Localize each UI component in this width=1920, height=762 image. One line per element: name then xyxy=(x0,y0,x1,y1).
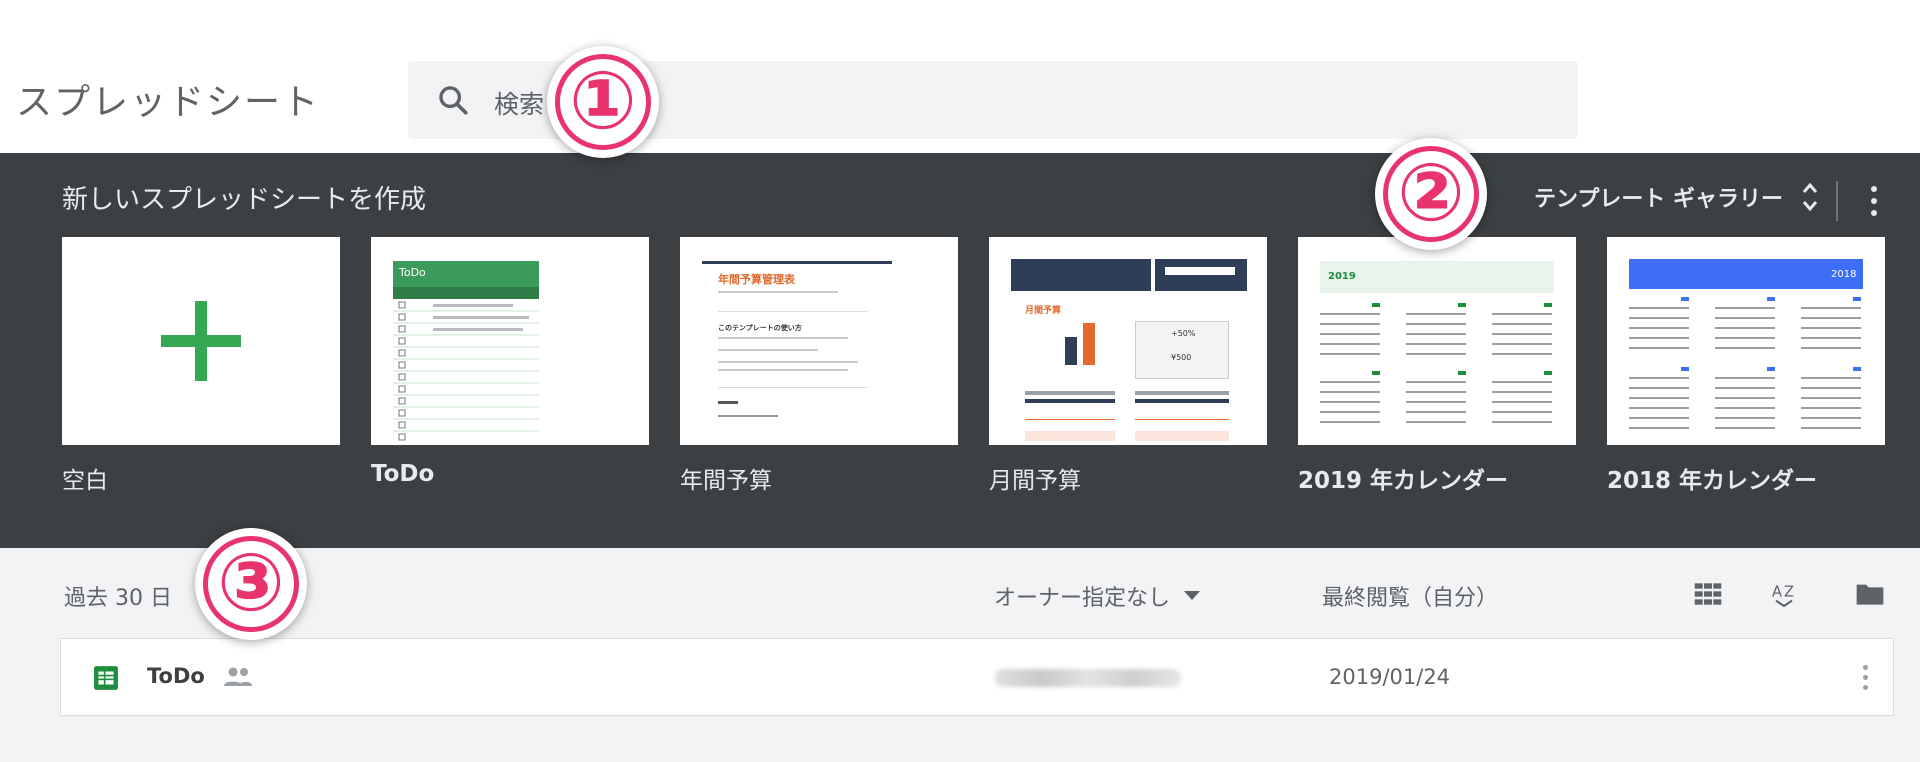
calendar-thumb-year: 2019 xyxy=(1328,271,1356,282)
monthly-thumb-title: 月間予算 xyxy=(1025,306,1062,316)
calendar-grid-icon xyxy=(1320,303,1552,423)
monthly-thumb-amount: ¥500 xyxy=(1171,353,1192,362)
callout-number: ② xyxy=(1397,146,1465,239)
todo-thumb-header: ToDo xyxy=(399,266,426,279)
arrow-drop-down-icon xyxy=(1184,591,1201,600)
sort-az-icon[interactable]: A Z xyxy=(1768,578,1800,610)
template-thumbnail[interactable]: 月間予算 +50% ¥500 xyxy=(989,237,1267,445)
app-header: スプレッドシート 検索 xyxy=(0,0,1920,153)
template-label: 空白 xyxy=(62,468,108,494)
more-vert-icon[interactable] xyxy=(1859,663,1871,693)
plus-icon xyxy=(161,301,241,381)
template-calendar-2019[interactable]: 2019 2019 年カレンダー xyxy=(1298,237,1576,495)
folder-icon[interactable] xyxy=(1854,578,1886,610)
template-label: 年間予算 xyxy=(680,468,772,494)
calendar-grid-icon xyxy=(1629,297,1861,429)
template-thumbnail[interactable] xyxy=(62,237,340,445)
gallery-title: 新しいスプレッドシートを作成 xyxy=(62,185,427,215)
callout-number: ③ xyxy=(217,536,285,629)
template-monthly-budget[interactable]: 月間予算 +50% ¥500 月間予算 xyxy=(989,237,1267,495)
annual-thumb-title: 年間予算管理表 xyxy=(718,273,795,286)
annual-thumb-subtitle: このテンプレートの使い方 xyxy=(718,324,802,332)
template-annual-budget[interactable]: 年間予算管理表 このテンプレートの使い方 年間予算 xyxy=(680,237,958,495)
search-icon[interactable] xyxy=(436,83,470,117)
template-label: 2018 年カレンダー xyxy=(1607,468,1818,494)
template-label: 月間予算 xyxy=(989,468,1081,494)
monthly-thumb-percent: +50% xyxy=(1171,329,1196,338)
callout-2: ② xyxy=(1375,138,1487,250)
calendar-thumb-year: 2018 xyxy=(1831,269,1857,280)
more-vert-icon[interactable] xyxy=(1866,183,1882,219)
file-last-viewed-date: 2019/01/24 xyxy=(1329,665,1451,689)
template-label: 2019 年カレンダー xyxy=(1298,468,1509,494)
search-placeholder: 検索 xyxy=(494,90,545,119)
template-todo[interactable]: ToDo ToDo xyxy=(371,237,649,487)
template-calendar-2018[interactable]: 2018 2018 年カレンダー xyxy=(1607,237,1885,495)
callout-1: ① xyxy=(547,46,659,158)
shared-people-icon xyxy=(224,667,252,686)
unfold-icon xyxy=(1802,182,1818,212)
file-row[interactable]: ToDo 2019/01/24 xyxy=(60,638,1894,716)
divider xyxy=(1836,181,1838,221)
template-gallery-toggle[interactable]: テンプレート ギャラリー xyxy=(1534,177,1819,217)
svg-text:Z: Z xyxy=(1784,584,1794,601)
template-thumbnail[interactable]: ToDo xyxy=(371,237,649,445)
file-name: ToDo xyxy=(147,664,205,688)
owner-name-blurred xyxy=(995,669,1181,687)
template-thumbnail[interactable]: 年間予算管理表 このテンプレートの使い方 xyxy=(680,237,958,445)
template-label: ToDo xyxy=(371,461,435,487)
owner-filter-dropdown[interactable]: オーナー指定なし xyxy=(994,580,1201,612)
template-thumbnail[interactable]: 2018 xyxy=(1607,237,1885,445)
sort-column-label[interactable]: 最終閲覧（自分） xyxy=(1322,580,1498,612)
callout-number: ① xyxy=(569,54,637,147)
recent-period-title: 過去 30 日 xyxy=(64,586,172,611)
template-gallery-label: テンプレート ギャラリー xyxy=(1534,187,1784,212)
grid-view-icon[interactable] xyxy=(1692,578,1724,610)
template-blank[interactable]: 空白 xyxy=(62,237,340,495)
template-gallery: 新しいスプレッドシートを作成 テンプレート ギャラリー 空白 ToDo ToDo… xyxy=(0,153,1920,548)
svg-text:A: A xyxy=(1772,584,1782,601)
template-thumbnail[interactable]: 2019 xyxy=(1298,237,1576,445)
app-title: スプレッドシート xyxy=(16,82,321,123)
callout-3: ③ xyxy=(195,528,307,640)
sheets-file-icon xyxy=(94,666,118,690)
owner-filter-label: オーナー指定なし xyxy=(994,586,1171,611)
todo-rows-icon xyxy=(393,301,539,441)
